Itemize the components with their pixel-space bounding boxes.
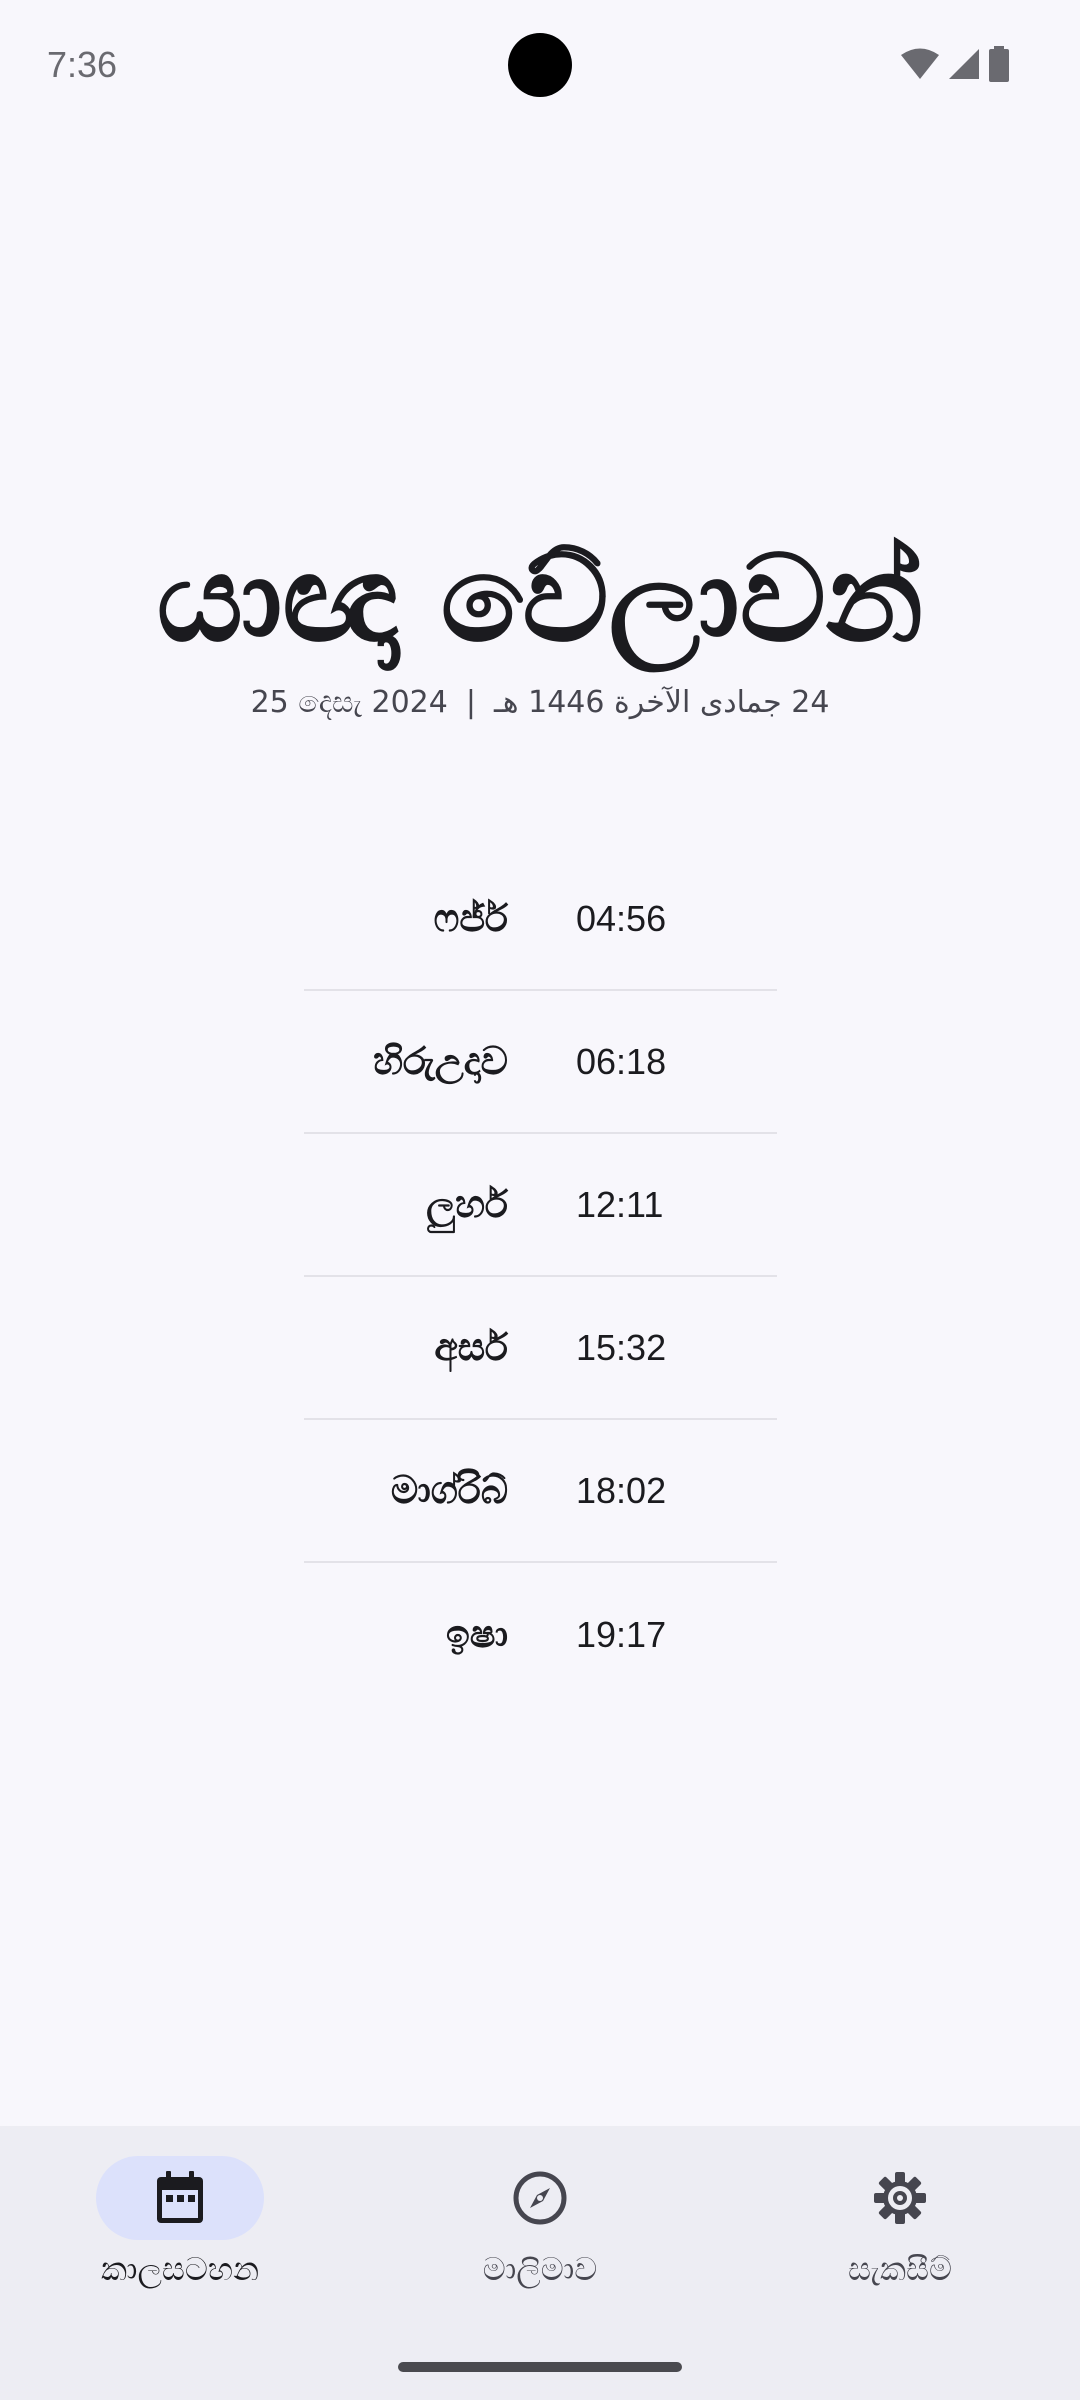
nav-label: කාලසටහන	[100, 2250, 260, 2288]
prayer-name: ලුහර්	[426, 1182, 508, 1226]
prayer-name: අසර්	[434, 1325, 508, 1369]
prayer-name: මාග්රිබ්	[390, 1468, 508, 1512]
calendar-icon	[157, 2171, 203, 2223]
date-line: 25 දෙසැ 2024 | 24 جمادى الآخرة 1446 هـ	[0, 685, 1080, 720]
nav-icon-container[interactable]	[816, 2156, 984, 2240]
hijri-date: 24 جمادى الآخرة 1446 هـ	[493, 685, 830, 720]
prayer-time: 18:02	[576, 1469, 667, 1511]
nav-item-compass[interactable]: මාලිමාව	[360, 2156, 720, 2289]
prayer-row-asr: අසර් 15:32	[304, 1277, 777, 1420]
nav-icon-container[interactable]	[456, 2156, 624, 2240]
cellular-signal-icon	[949, 49, 979, 79]
nav-label: මාලිමාව	[482, 2250, 598, 2288]
nav-active-indicator[interactable]	[96, 2156, 264, 2240]
prayer-row-fajr: ෆජ්ර් 04:56	[304, 848, 777, 991]
prayer-time: 19:17	[576, 1613, 667, 1655]
prayer-name: ඉෂා	[445, 1612, 508, 1656]
prayer-name: ෆජ්ර්	[433, 896, 508, 940]
prayer-time: 04:56	[576, 897, 667, 939]
home-indicator[interactable]	[398, 2362, 682, 2372]
date-separator: |	[465, 685, 476, 720]
prayer-row-maghrib: මාග්රිබ් 18:02	[304, 1420, 777, 1563]
nav-label: සැකසීම්	[848, 2250, 952, 2288]
camera-cutout	[508, 33, 572, 97]
prayer-name: හිරුඋදාව	[373, 1039, 508, 1083]
status-time: 7:36	[47, 44, 118, 85]
status-bar: 7:36	[0, 0, 1080, 130]
nav-item-settings[interactable]: සැකසීම්	[720, 2156, 1080, 2289]
nav-item-schedule[interactable]: කාලසටහන	[0, 2156, 360, 2289]
page-title: යාඥා වේලාවන්	[156, 530, 924, 669]
prayer-row-dhuhr: ලුහර් 12:11	[304, 1134, 777, 1277]
bottom-navigation: කාලසටහන මාලිමාව සැකසීම්	[0, 2126, 1080, 2400]
prayer-time: 06:18	[576, 1040, 667, 1082]
wifi-icon	[901, 48, 939, 79]
gear-icon	[874, 2172, 926, 2224]
prayer-time: 12:11	[576, 1183, 664, 1225]
prayer-time: 15:32	[576, 1326, 667, 1368]
prayer-row-isha: ඉෂා 19:17	[304, 1563, 777, 1706]
status-icons	[900, 46, 1010, 82]
gregorian-date: 25 දෙසැ 2024	[250, 685, 448, 720]
prayer-row-sunrise: හිරුඋදාව 06:18	[304, 991, 777, 1134]
prayer-times-list: ෆජ්ර් 04:56 හිරුඋදාව 06:18 ලුහර් 12:11 අ…	[304, 848, 777, 1706]
battery-icon	[989, 46, 1009, 82]
compass-icon	[513, 2171, 567, 2225]
